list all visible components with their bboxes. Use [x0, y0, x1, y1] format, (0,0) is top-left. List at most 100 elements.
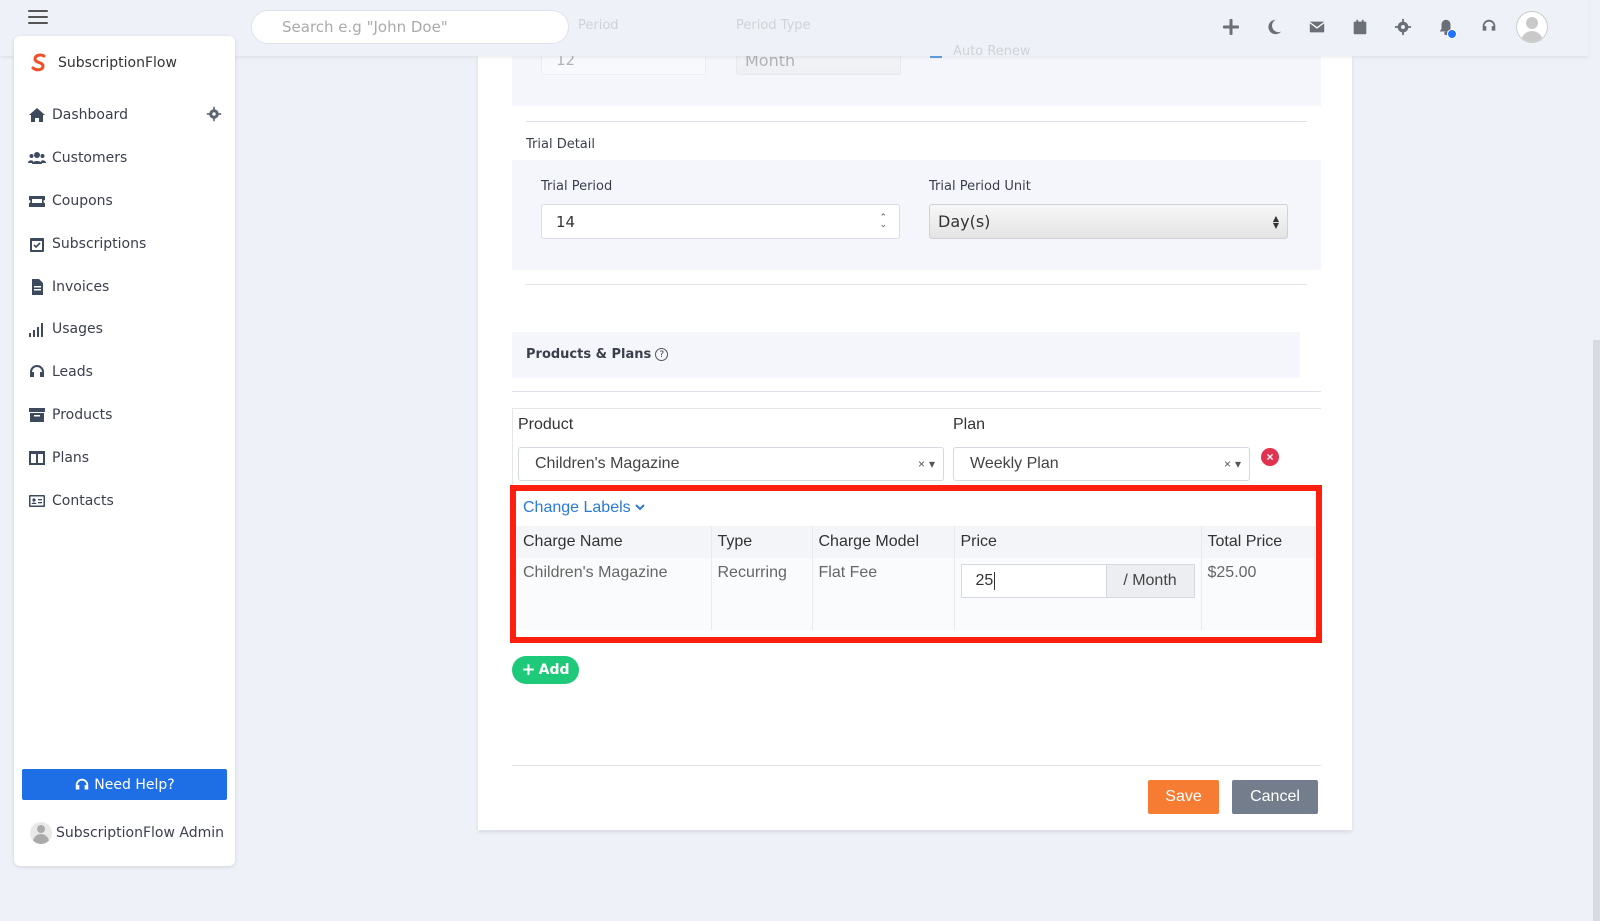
hamburger-menu-icon[interactable] — [28, 10, 48, 24]
dashboard-settings-icon[interactable] — [206, 106, 222, 126]
sidebar-item-label: Dashboard — [52, 107, 128, 124]
need-help-button[interactable]: Need Help? — [22, 769, 227, 800]
price-unit-addon: / Month — [1105, 564, 1195, 598]
admin-name: SubscriptionFlow Admin — [56, 825, 225, 841]
clear-icon[interactable]: × — [918, 457, 925, 471]
avatar — [30, 822, 52, 844]
calendar-icon[interactable] — [1338, 10, 1381, 44]
sidebar-item-label: Coupons — [52, 192, 113, 209]
brand[interactable]: SubscriptionFlow — [28, 52, 177, 74]
headset-icon — [76, 778, 89, 789]
plan-select-value: Weekly Plan — [970, 455, 1059, 472]
table-row: Children's Magazine Recurring Flat Fee 2… — [517, 558, 1315, 616]
sidebar-item-subscriptions[interactable]: Subscriptions — [28, 222, 222, 265]
notification-dot — [1447, 29, 1457, 39]
archive-icon — [29, 407, 45, 422]
change-labels-text: Change Labels — [523, 499, 631, 516]
remove-row-icon[interactable]: × — [1261, 448, 1279, 466]
user-avatar[interactable] — [1516, 11, 1548, 43]
trial-period-value: 14 — [556, 212, 576, 231]
product-select-value: Children's Magazine — [535, 455, 680, 472]
auto-renew-label: Auto Renew — [953, 44, 1031, 59]
divider — [512, 765, 1321, 766]
coupon-icon — [29, 195, 45, 207]
products-plans-title: Products & Plans ? — [526, 347, 669, 362]
signal-icon — [29, 323, 43, 338]
address-card-icon — [29, 494, 45, 507]
need-help-label: Need Help? — [94, 776, 175, 793]
sidebar-item-label: Invoices — [52, 278, 110, 295]
trial-period-label: Trial Period — [541, 179, 613, 194]
price-input-group: 25 / Month — [960, 564, 1195, 598]
save-button[interactable]: Save — [1148, 780, 1219, 814]
cancel-button[interactable]: Cancel — [1232, 780, 1318, 814]
charges-header-row: Charge Name Type Charge Model Price Tota… — [517, 526, 1315, 558]
sidebar-item-usages[interactable]: Usages — [28, 308, 222, 351]
sidebar-item-products[interactable]: Products — [28, 394, 222, 437]
moon-icon[interactable] — [1252, 10, 1295, 44]
plan-select[interactable]: Weekly Plan × ▾ — [953, 447, 1250, 481]
price-input[interactable]: 25 — [960, 564, 1106, 598]
headset-icon[interactable] — [1467, 10, 1510, 44]
sidebar-item-label: Subscriptions — [52, 235, 147, 252]
sidebar-item-plans[interactable]: Plans — [28, 436, 222, 479]
add-product-button[interactable]: + Add — [512, 656, 579, 684]
trial-period-input[interactable]: 14 ⌃ ⌄ — [541, 204, 900, 239]
gear-icon[interactable] — [1381, 10, 1424, 44]
text-caret — [994, 572, 996, 590]
price-header: Price — [954, 526, 1202, 558]
charges-table: Charge Name Type Charge Model Price Tota… — [517, 526, 1315, 630]
brand-logo-icon — [31, 53, 46, 72]
charge-model-header: Charge Model — [812, 526, 955, 558]
caret-down-icon[interactable]: ▾ — [929, 457, 935, 471]
bell-icon[interactable] — [1424, 10, 1467, 44]
sidebar-item-label: Plans — [52, 449, 90, 466]
product-column-header: Product — [518, 416, 574, 433]
sidebar-item-dashboard[interactable]: Dashboard — [28, 94, 222, 137]
total-price-cell: $25.00 — [1201, 558, 1315, 616]
type-cell: Recurring — [711, 558, 813, 616]
caret-down-icon[interactable]: ▾ — [1235, 457, 1241, 471]
sidebar-item-leads[interactable]: Leads — [28, 351, 222, 394]
columns-icon — [29, 450, 45, 465]
period-type-label: Period Type — [736, 18, 811, 33]
trial-period-unit-select[interactable]: Day(s) ▲ ▼ — [929, 204, 1288, 239]
price-value: 25 — [975, 572, 994, 589]
divider — [526, 284, 1307, 285]
divider — [526, 121, 1307, 122]
divider — [512, 391, 1321, 392]
invoice-icon — [32, 278, 43, 295]
sidebar-item-label: Products — [52, 406, 113, 423]
sidebar-item-label: Customers — [52, 150, 128, 167]
mail-icon[interactable] — [1295, 10, 1338, 44]
brand-name: SubscriptionFlow — [58, 55, 177, 71]
change-labels-link[interactable]: Change Labels — [523, 499, 645, 517]
plus-icon[interactable] — [1209, 10, 1252, 44]
help-question-icon[interactable]: ? — [655, 348, 669, 361]
charge-model-cell: Flat Fee — [812, 558, 955, 616]
product-select[interactable]: Children's Magazine × ▾ — [518, 447, 944, 481]
sidebar-item-label: Usages — [52, 321, 103, 338]
sidebar-nav: Dashboard Customers Coupons Subscription… — [28, 94, 222, 522]
plus-icon: + — [521, 660, 536, 680]
search-input[interactable]: Search e.g "John Doe" — [251, 10, 569, 44]
sidebar-item-invoices[interactable]: Invoices — [28, 265, 222, 308]
sidebar-item-contacts[interactable]: Contacts — [28, 479, 222, 522]
plan-column-header: Plan — [953, 416, 986, 433]
sidebar-item-customers[interactable]: Customers — [28, 137, 222, 180]
trial-detail-label: Trial Detail — [526, 137, 595, 152]
sidebar-item-coupons[interactable]: Coupons — [28, 180, 222, 223]
number-stepper-icon[interactable]: ⌃ ⌄ — [879, 213, 887, 229]
sidebar-item-label: Leads — [52, 364, 93, 381]
calendar-check-icon — [30, 237, 44, 252]
users-icon — [28, 152, 46, 165]
admin-profile[interactable]: SubscriptionFlow Admin — [30, 822, 224, 844]
sidebar: SubscriptionFlow Dashboard Customers Cou… — [14, 36, 235, 866]
clear-icon[interactable]: × — [1224, 457, 1231, 471]
trial-period-unit-value: Day(s) — [938, 212, 991, 231]
page-scrollbar[interactable] — [1593, 340, 1600, 921]
add-label: Add — [538, 662, 570, 678]
charge-name-header: Charge Name — [517, 526, 712, 558]
type-header: Type — [711, 526, 813, 558]
home-icon — [29, 108, 45, 123]
